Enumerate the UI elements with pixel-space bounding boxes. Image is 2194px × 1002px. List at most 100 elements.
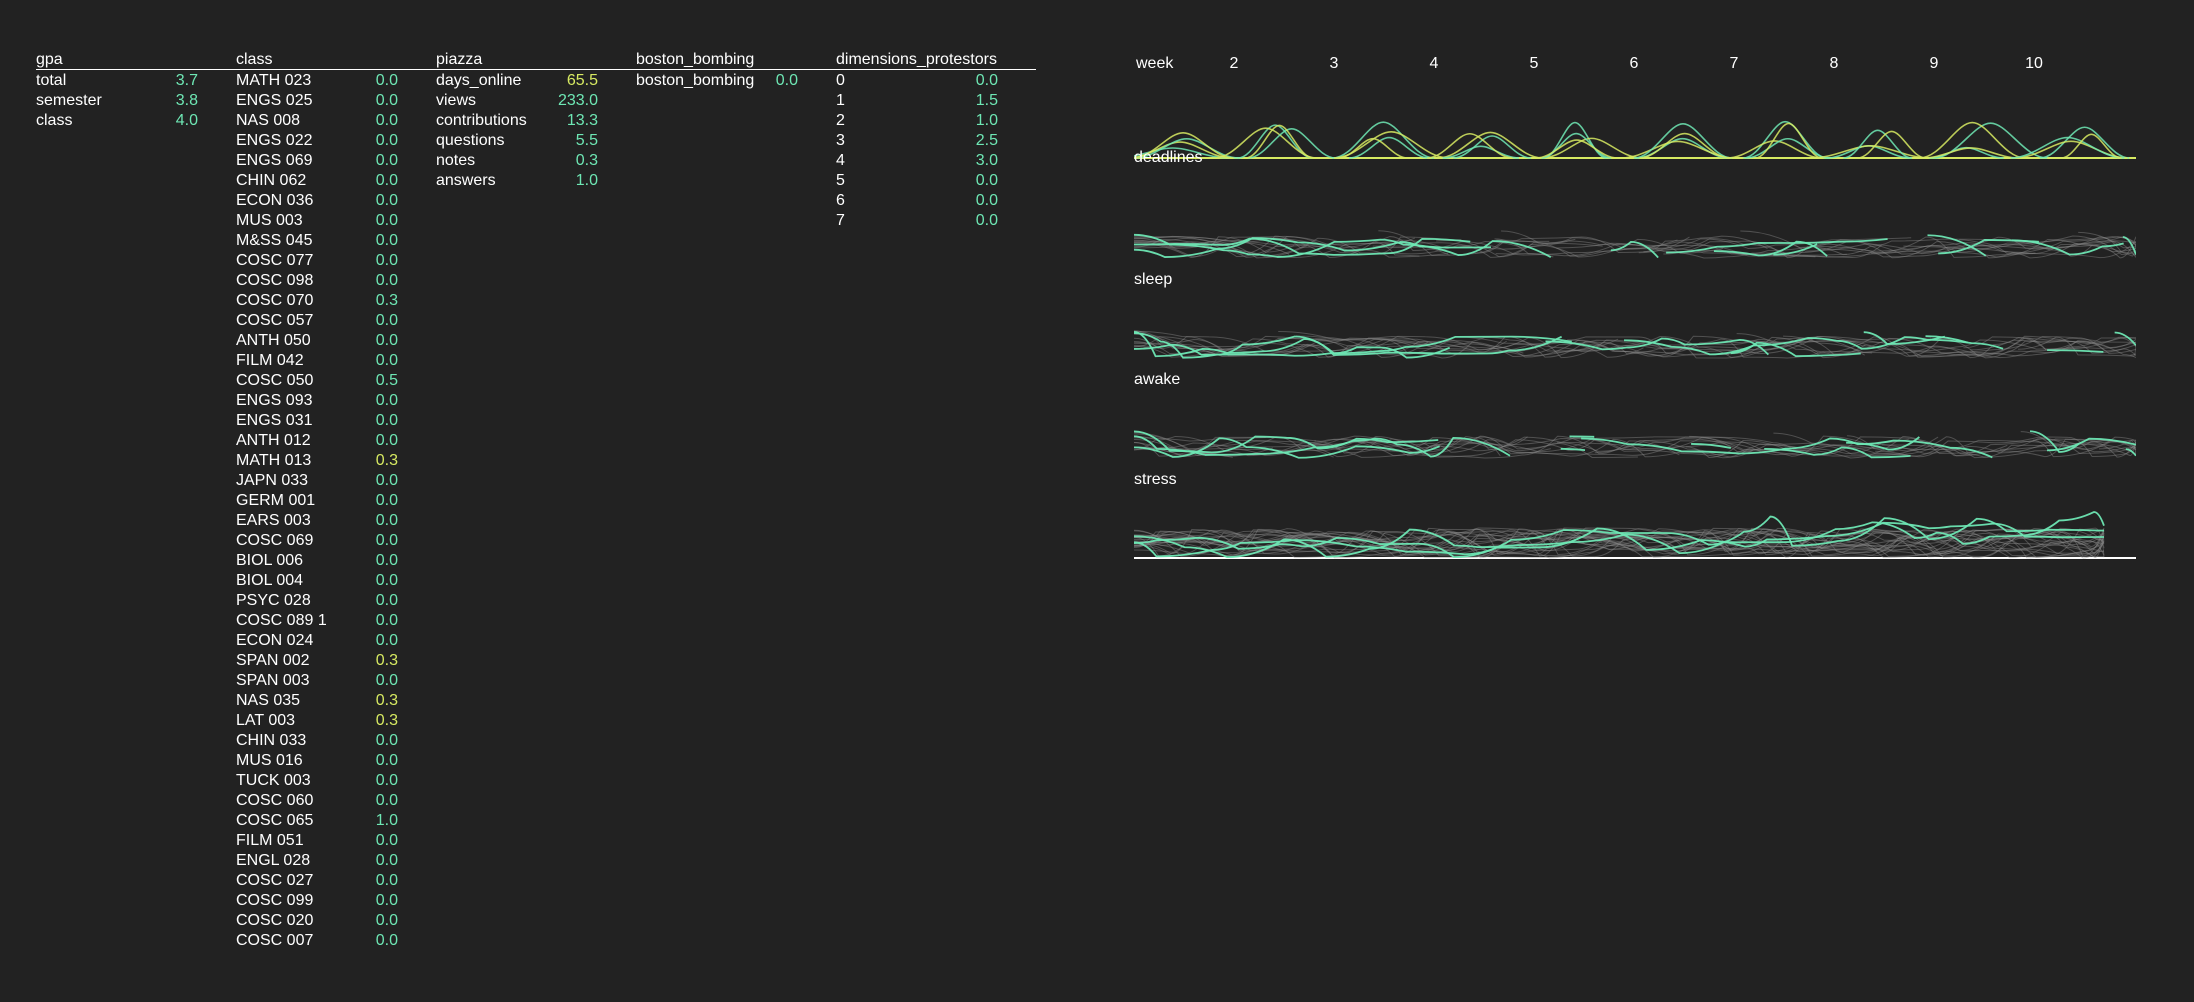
class-row: SPAN 002 0.3 (236, 651, 436, 671)
class-row-value: 0.3 (375, 652, 398, 669)
class-row-value: 0.3 (375, 292, 398, 309)
piazza-row: answers 1.0 (436, 171, 636, 191)
piazza-row-label: contributions (436, 112, 527, 129)
class-row: JAPN 033 0.0 (236, 471, 436, 491)
class-row-label: NAS 008 (236, 112, 301, 129)
class-row-label: CHIN 062 (236, 172, 307, 189)
deadline-curve (1620, 140, 1735, 159)
class-row: GERM 001 0.0 (236, 491, 436, 511)
deadline-curve (1633, 123, 1733, 159)
dims-row: 5 0.0 (836, 171, 1036, 191)
class-row: PSYC 028 0.0 (236, 591, 436, 611)
track-label-sleep: sleep (1134, 271, 1172, 288)
class-row-value: 0.0 (375, 932, 398, 949)
class-row-label: ENGS 093 (236, 392, 313, 409)
gpa-row-label: class (36, 112, 73, 129)
track-label-deadlines: deadlines (1134, 149, 1203, 166)
gpa-row-label: semester (36, 92, 102, 109)
deadline-curve (1442, 145, 1520, 159)
class-row: NAS 035 0.3 (236, 691, 436, 711)
class-row-label: BIOL 006 (236, 552, 304, 569)
piazza-row-label: questions (436, 132, 505, 149)
class-row: M&SS 045 0.0 (236, 231, 436, 251)
class-row: MUS 016 0.0 (236, 751, 436, 771)
week-tick-label: 6 (1630, 55, 1639, 72)
dims-row-value: 2.5 (975, 132, 998, 149)
week-tick-label: 4 (1430, 55, 1439, 72)
class-row-label: COSC 069 (236, 532, 314, 549)
week-axis-title: week (1135, 55, 1174, 72)
class-row: ECON 024 0.0 (236, 631, 436, 651)
week-tick-label: 8 (1830, 55, 1839, 72)
class-row-value: 0.0 (375, 892, 398, 909)
class-row-value: 0.0 (375, 232, 398, 249)
piazza-row: questions 5.5 (436, 131, 636, 151)
class-row-value: 0.0 (375, 832, 398, 849)
track-awake: awake (1134, 331, 2136, 388)
class-row-label: GERM 001 (236, 492, 316, 509)
piazza-panel-title: piazza (436, 50, 636, 70)
class-row-value: 0.0 (375, 112, 398, 129)
class-row-label: ANTH 012 (236, 432, 311, 449)
deadline-curve (1919, 121, 2026, 159)
class-row-value: 0.3 (375, 692, 398, 709)
piazza-row: contributions 13.3 (436, 111, 636, 131)
class-row: SPAN 003 0.0 (236, 671, 436, 691)
dims-row: 3 2.5 (836, 131, 1036, 151)
track-conversation: conversation (1134, 511, 2136, 559)
class-row: COSC 050 0.5 (236, 371, 436, 391)
boston-row-label: boston_bombing (636, 72, 755, 89)
dims-row: 2 1.0 (836, 111, 1036, 131)
class-row-label: ENGL 028 (236, 852, 311, 869)
class-row-value: 0.0 (375, 512, 398, 529)
class-row-value: 0.0 (375, 172, 398, 189)
class-row-value: 0.0 (375, 332, 398, 349)
dims-row-value: 1.0 (975, 112, 998, 129)
track-group: deadlines sleep awake stress conversation (1134, 120, 2136, 559)
class-row-label: COSC 060 (236, 792, 314, 809)
week-tick-label: 2 (1230, 55, 1239, 72)
class-row-value: 0.0 (375, 532, 398, 549)
deadline-curve (1247, 128, 1336, 159)
boston-bombing-rows: boston_bombing 0.0 (636, 71, 836, 91)
boston-row: boston_bombing 0.0 (636, 71, 836, 91)
piazza-row: notes 0.3 (436, 151, 636, 171)
class-row-value: 0.0 (375, 492, 398, 509)
class-row-label: PSYC 028 (236, 592, 311, 609)
class-row: EARS 003 0.0 (236, 511, 436, 531)
class-row: MATH 023 0.0 (236, 71, 436, 91)
class-row-label: COSC 020 (236, 912, 314, 929)
class-row: COSC 060 0.0 (236, 791, 436, 811)
week-axis: week 2 3 4 5 6 7 8 9 10 (1135, 55, 2043, 72)
class-row-label: LAT 003 (236, 712, 296, 729)
class-row-label: ENGS 031 (236, 412, 313, 429)
class-row-label: NAS 035 (236, 692, 301, 709)
piazza-row-value: 13.3 (566, 112, 598, 129)
dims-row-label: 1 (836, 92, 845, 109)
gpa-row-value: 3.8 (175, 92, 198, 109)
dims-row-label: 5 (836, 172, 845, 189)
gpa-panel-title: gpa (36, 50, 236, 70)
class-row-value: 0.0 (375, 912, 398, 929)
gpa-panel: gpa total 3.7 semester 3.8 class 4.0 (36, 50, 236, 131)
class-row: COSC 057 0.0 (236, 311, 436, 331)
dims-row-label: 3 (836, 132, 845, 149)
class-row-value: 0.0 (375, 672, 398, 689)
class-row-label: SPAN 002 (236, 652, 310, 669)
piazza-row-value: 233.0 (557, 92, 598, 109)
boston-bombing-panel-title: boston_bombing (636, 50, 836, 70)
class-row-value: 0.0 (375, 72, 398, 89)
class-row: COSC 089 1 0.0 (236, 611, 436, 631)
class-row-value: 0.0 (375, 632, 398, 649)
class-row-label: COSC 077 (236, 252, 314, 269)
class-row: COSC 007 0.0 (236, 931, 436, 951)
class-row-label: MATH 023 (236, 72, 312, 89)
class-row-value: 0.0 (375, 92, 398, 109)
dims-row: 4 3.0 (836, 151, 1036, 171)
class-row-value: 0.0 (375, 312, 398, 329)
dims-row: 6 0.0 (836, 191, 1036, 211)
week-tick-label: 7 (1730, 55, 1739, 72)
class-row: MATH 013 0.3 (236, 451, 436, 471)
class-row-label: ECON 024 (236, 632, 314, 649)
boston-bombing-panel: boston_bombing boston_bombing 0.0 (636, 50, 836, 91)
